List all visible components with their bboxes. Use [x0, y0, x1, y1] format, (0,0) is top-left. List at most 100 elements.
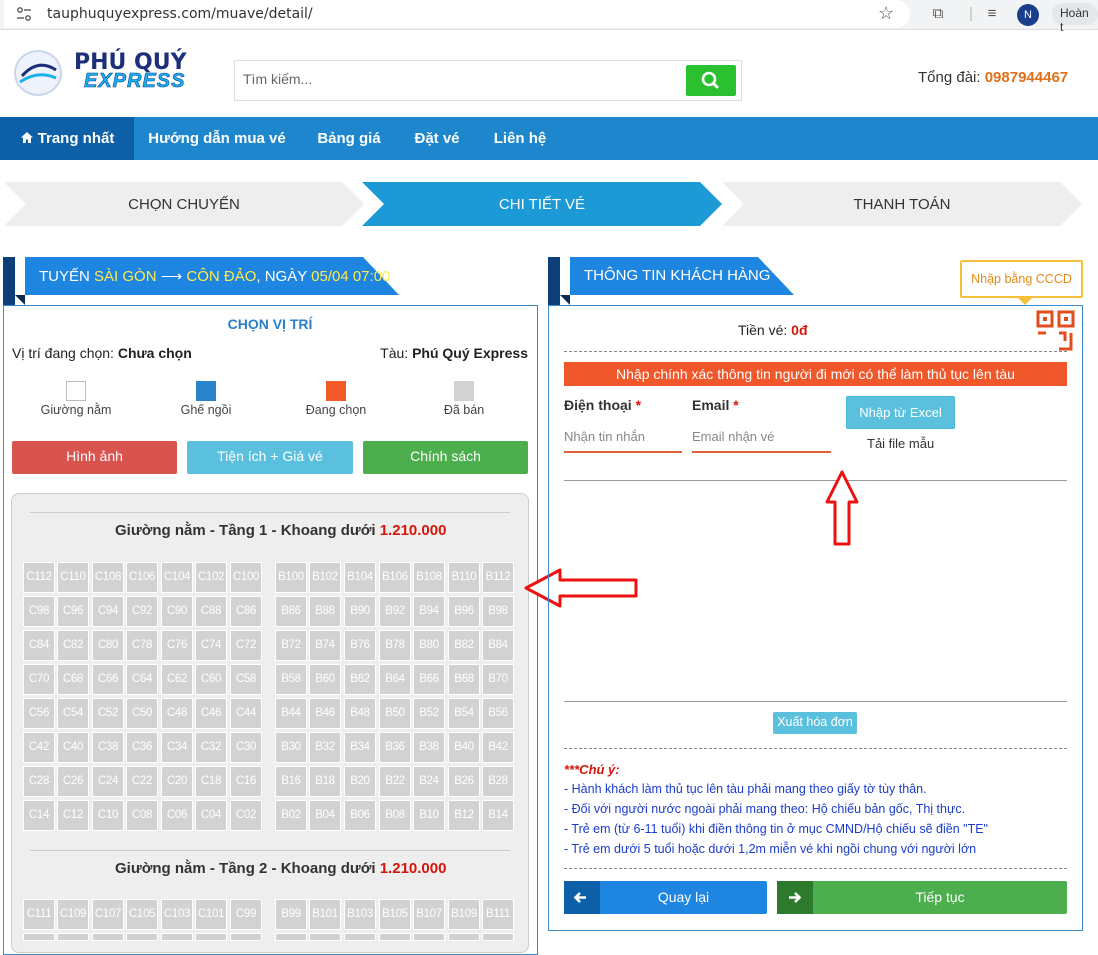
seat-b74[interactable]: B74	[309, 630, 341, 661]
seat-c06[interactable]: C06	[161, 800, 193, 831]
seat-c108[interactable]: C108	[92, 562, 124, 593]
seat-b02[interactable]: B02	[275, 800, 307, 831]
seat-b42[interactable]: B42	[482, 732, 514, 763]
seat-c82[interactable]: C82	[57, 630, 89, 661]
seat-b50[interactable]: B50	[379, 698, 411, 729]
seat-c112[interactable]: C112	[23, 562, 55, 593]
seat-b101[interactable]: B101	[309, 899, 341, 930]
profile-avatar[interactable]: N	[1017, 4, 1039, 26]
seat-c24[interactable]: C24	[92, 766, 124, 797]
seat-partial[interactable]	[275, 933, 307, 941]
seat-b16[interactable]: B16	[275, 766, 307, 797]
seat-c44[interactable]: C44	[230, 698, 262, 729]
seat-c90[interactable]: C90	[161, 596, 193, 627]
seat-c86[interactable]: C86	[230, 596, 262, 627]
nav-contact[interactable]: Liên hệ	[476, 117, 564, 160]
seat-b108[interactable]: B108	[413, 562, 445, 593]
seat-b76[interactable]: B76	[344, 630, 376, 661]
seat-partial[interactable]	[309, 933, 341, 941]
seat-b96[interactable]: B96	[448, 596, 480, 627]
images-button[interactable]: Hình ảnh	[12, 441, 177, 474]
seat-b105[interactable]: B105	[379, 899, 411, 930]
seat-b86[interactable]: B86	[275, 596, 307, 627]
back-button[interactable]: Quay lại	[564, 881, 767, 914]
seat-partial[interactable]	[23, 933, 55, 941]
seat-c38[interactable]: C38	[92, 732, 124, 763]
export-invoice-button[interactable]: Xuất hóa đơn	[773, 712, 857, 734]
seat-c101[interactable]: C101	[195, 899, 227, 930]
step-select-trip[interactable]: CHỌN CHUYẾN	[4, 182, 364, 226]
seat-b64[interactable]: B64	[379, 664, 411, 695]
seat-c68[interactable]: C68	[57, 664, 89, 695]
seat-c92[interactable]: C92	[126, 596, 158, 627]
seat-c94[interactable]: C94	[92, 596, 124, 627]
seat-c84[interactable]: C84	[23, 630, 55, 661]
seat-b22[interactable]: B22	[379, 766, 411, 797]
seat-partial[interactable]	[379, 933, 411, 941]
seat-b54[interactable]: B54	[448, 698, 480, 729]
seat-c60[interactable]: C60	[195, 664, 227, 695]
seat-c102[interactable]: C102	[195, 562, 227, 593]
seat-b92[interactable]: B92	[379, 596, 411, 627]
seat-c78[interactable]: C78	[126, 630, 158, 661]
seat-c40[interactable]: C40	[57, 732, 89, 763]
extensions-icon[interactable]: ⧉	[929, 5, 947, 23]
nav-home[interactable]: Trang nhất	[0, 117, 134, 160]
seat-c98[interactable]: C98	[23, 596, 55, 627]
seat-b107[interactable]: B107	[413, 899, 445, 930]
seat-c111[interactable]: C111	[23, 899, 55, 930]
seat-b26[interactable]: B26	[448, 766, 480, 797]
seat-b99[interactable]: B99	[275, 899, 307, 930]
bookmark-star-icon[interactable]: ☆	[878, 3, 894, 24]
seat-partial[interactable]	[92, 933, 124, 941]
seat-b100[interactable]: B100	[275, 562, 307, 593]
seat-b103[interactable]: B103	[344, 899, 376, 930]
seat-b102[interactable]: B102	[309, 562, 341, 593]
seat-c04[interactable]: C04	[195, 800, 227, 831]
seat-c99[interactable]: C99	[230, 899, 262, 930]
download-template-link[interactable]: Tải file mẫu	[867, 436, 934, 451]
seat-c18[interactable]: C18	[195, 766, 227, 797]
site-logo[interactable]: PHÚ QUÝ EXPRESS	[14, 48, 200, 98]
seat-partial[interactable]	[413, 933, 445, 941]
seat-partial[interactable]	[195, 933, 227, 941]
seat-c109[interactable]: C109	[57, 899, 89, 930]
seat-c34[interactable]: C34	[161, 732, 193, 763]
seat-c30[interactable]: C30	[230, 732, 262, 763]
seat-c14[interactable]: C14	[23, 800, 55, 831]
nav-guide[interactable]: Hướng dẫn mua vé	[134, 117, 300, 160]
site-settings-icon[interactable]	[16, 6, 32, 22]
seat-b82[interactable]: B82	[448, 630, 480, 661]
seat-b66[interactable]: B66	[413, 664, 445, 695]
seat-c16[interactable]: C16	[230, 766, 262, 797]
seat-b40[interactable]: B40	[448, 732, 480, 763]
seat-c02[interactable]: C02	[230, 800, 262, 831]
seat-b62[interactable]: B62	[344, 664, 376, 695]
seat-partial[interactable]	[161, 933, 193, 941]
seat-b72[interactable]: B72	[275, 630, 307, 661]
seat-c12[interactable]: C12	[57, 800, 89, 831]
seat-b58[interactable]: B58	[275, 664, 307, 695]
seat-c62[interactable]: C62	[161, 664, 193, 695]
seat-c66[interactable]: C66	[92, 664, 124, 695]
search-input[interactable]: Tìm kiếm...	[243, 71, 312, 87]
import-excel-button[interactable]: Nhập từ Excel	[846, 396, 955, 429]
seat-c58[interactable]: C58	[230, 664, 262, 695]
seat-c110[interactable]: C110	[57, 562, 89, 593]
seat-c56[interactable]: C56	[23, 698, 55, 729]
seat-c100[interactable]: C100	[230, 562, 262, 593]
seat-c103[interactable]: C103	[161, 899, 193, 930]
seat-c70[interactable]: C70	[23, 664, 55, 695]
qr-code-icon[interactable]	[1035, 309, 1079, 353]
seat-b94[interactable]: B94	[413, 596, 445, 627]
seat-c08[interactable]: C08	[126, 800, 158, 831]
seat-b46[interactable]: B46	[309, 698, 341, 729]
address-bar[interactable]: tauphuquyexpress.com/muave/detail/	[4, 0, 910, 28]
seat-partial[interactable]	[448, 933, 480, 941]
seat-c42[interactable]: C42	[23, 732, 55, 763]
seat-b04[interactable]: B04	[309, 800, 341, 831]
seat-b34[interactable]: B34	[344, 732, 376, 763]
step-payment[interactable]: THANH TOÁN	[722, 182, 1082, 226]
seat-b08[interactable]: B08	[379, 800, 411, 831]
seat-b104[interactable]: B104	[344, 562, 376, 593]
